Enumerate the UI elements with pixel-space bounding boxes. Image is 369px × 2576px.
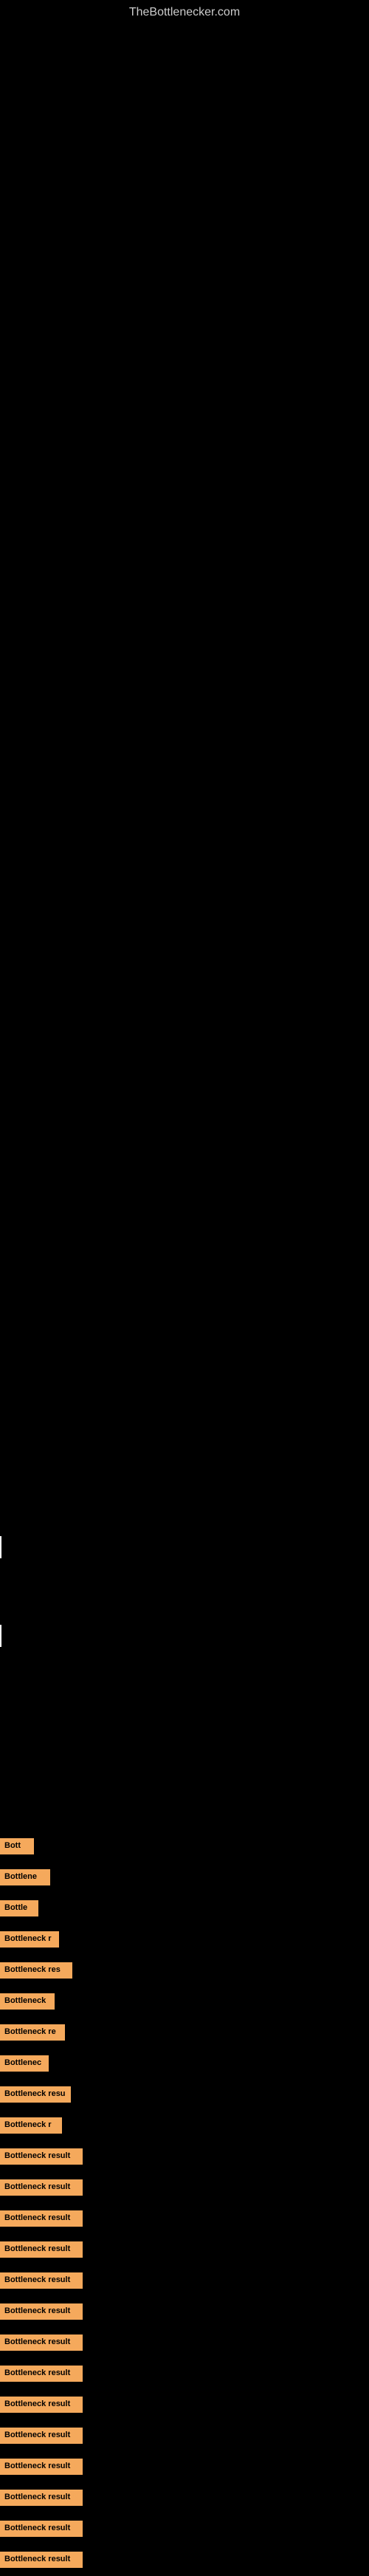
list-item[interactable]: Bottle	[0, 1894, 369, 1923]
cursor-line-2	[0, 1625, 1, 1647]
site-title: TheBottlenecker.com	[0, 0, 369, 19]
bottleneck-badge: Bottleneck result	[0, 2366, 83, 2381]
list-item[interactable]: Bott	[0, 1832, 369, 1861]
list-item[interactable]: Bottleneck result	[0, 2452, 369, 2481]
cursor-line-1	[0, 1536, 1, 1558]
bottleneck-badge: Bottleneck result	[0, 2459, 83, 2474]
bottleneck-badge: Bottleneck result	[0, 2428, 83, 2443]
list-item[interactable]: Bottleneck result	[0, 2483, 369, 2512]
list-item[interactable]: Bottlenec	[0, 2049, 369, 2078]
bottleneck-badge: Bottlene	[0, 1869, 50, 1885]
list-item[interactable]: Bottleneck result	[0, 2514, 369, 2544]
bottleneck-badge: Bottleneck resu	[0, 2086, 71, 2102]
list-item[interactable]: Bottleneck result	[0, 2204, 369, 2233]
bottleneck-badge: Bottleneck	[0, 1993, 55, 2009]
bottleneck-badge: Bottleneck r	[0, 2117, 62, 2133]
list-item[interactable]: Bottleneck r	[0, 2111, 369, 2140]
list-item[interactable]: Bottleneck r	[0, 1925, 369, 1954]
bottleneck-badge: Bottleneck result	[0, 2397, 83, 2412]
list-item[interactable]: Bottleneck result	[0, 2359, 369, 2388]
bottleneck-badge: Bottleneck r	[0, 1931, 59, 1947]
list-item[interactable]: Bottleneck resu	[0, 2080, 369, 2109]
bottleneck-badge: Bottleneck result	[0, 2148, 83, 2164]
bottleneck-badge: Bottleneck re	[0, 2024, 65, 2040]
bottleneck-badge: Bottlenec	[0, 2055, 49, 2071]
list-item[interactable]: Bottleneck result	[0, 2235, 369, 2264]
list-item[interactable]: Bottleneck result	[0, 2142, 369, 2171]
bottleneck-badge: Bottleneck result	[0, 2521, 83, 2536]
bottleneck-badge: Bottleneck result	[0, 2334, 83, 2350]
bottleneck-badge: Bottleneck res	[0, 1962, 72, 1978]
list-item[interactable]: Bottleneck result	[0, 2328, 369, 2357]
bottleneck-badge: Bottleneck result	[0, 2303, 83, 2319]
list-item[interactable]: Bottleneck result	[0, 2173, 369, 2202]
list-item[interactable]: Bottleneck result	[0, 2297, 369, 2326]
bottleneck-badge: Bottleneck result	[0, 2241, 83, 2257]
bottleneck-badge: Bottleneck result	[0, 2210, 83, 2226]
list-item[interactable]: Bottleneck result	[0, 2545, 369, 2575]
list-item[interactable]: Bottlene	[0, 1863, 369, 1892]
bottleneck-items-container: Bott Bottlene Bottle Bottleneck r Bottleneck…	[0, 1832, 369, 2576]
list-item[interactable]: Bottleneck res	[0, 1956, 369, 1985]
bottleneck-badge: Bottleneck result	[0, 2552, 83, 2567]
bottleneck-badge: Bottleneck result	[0, 2179, 83, 2195]
list-item[interactable]: Bottleneck re	[0, 2018, 369, 2047]
list-item[interactable]: Bottleneck result	[0, 2266, 369, 2295]
list-item[interactable]: Bottleneck result	[0, 2421, 369, 2450]
bottleneck-badge: Bottle	[0, 1900, 38, 1916]
bottleneck-badge: Bott	[0, 1838, 34, 1854]
bottleneck-badge: Bottleneck result	[0, 2272, 83, 2288]
list-item[interactable]: Bottleneck	[0, 1987, 369, 2016]
bottleneck-badge: Bottleneck result	[0, 2490, 83, 2505]
list-item[interactable]: Bottleneck result	[0, 2390, 369, 2419]
